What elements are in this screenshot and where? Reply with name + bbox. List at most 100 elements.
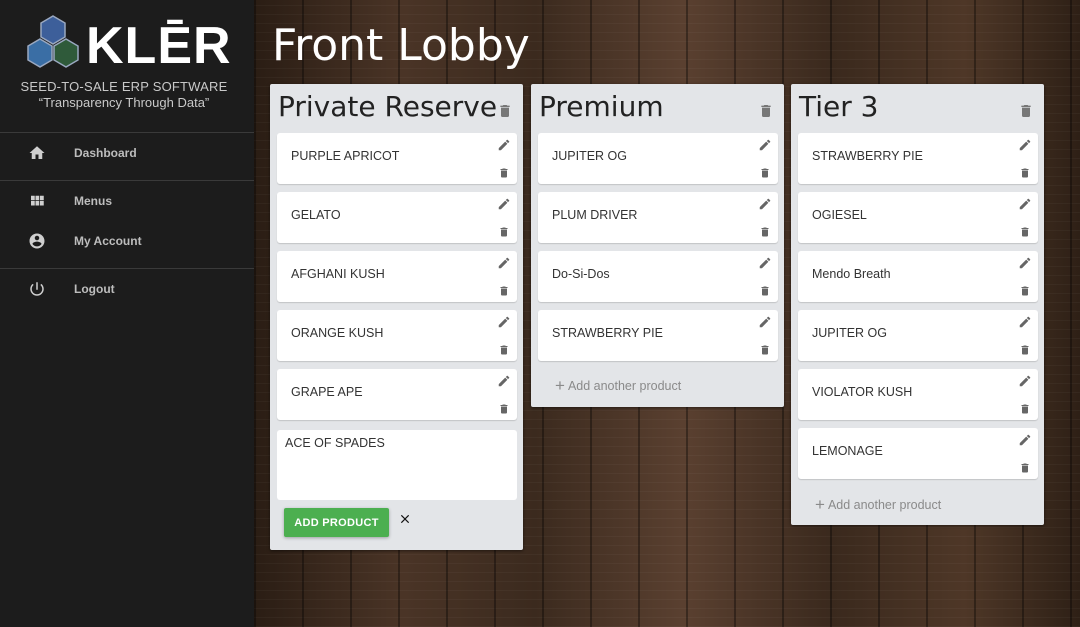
trash-icon[interactable] xyxy=(498,225,510,239)
trash-icon[interactable] xyxy=(1019,461,1031,475)
brand-logo: KLĒR SEED-TO-SALE ERP SOFTWARE “Transpar… xyxy=(0,0,254,132)
product-card[interactable]: Do-Si-Dos xyxy=(538,251,778,302)
brand-tagline: SEED-TO-SALE ERP SOFTWARE xyxy=(20,79,228,94)
product-card[interactable]: VIOLATOR KUSH xyxy=(798,369,1038,420)
sidebar-divider xyxy=(0,180,254,181)
sidebar-item-label: Dashboard xyxy=(74,146,137,160)
grid-icon xyxy=(31,195,44,206)
trash-icon[interactable] xyxy=(1019,225,1031,239)
page-title: Front Lobby xyxy=(272,20,530,71)
product-name: Do-Si-Dos xyxy=(552,267,610,281)
pencil-icon[interactable] xyxy=(497,197,511,211)
trash-icon[interactable] xyxy=(759,343,771,357)
sidebar-item-menus[interactable]: Menus xyxy=(0,183,254,219)
close-icon[interactable] xyxy=(398,512,412,526)
brand-motto: “Transparency Through Data” xyxy=(38,95,210,110)
product-card[interactable]: LEMONAGE xyxy=(798,428,1038,479)
trash-icon[interactable] xyxy=(759,225,771,239)
main-board: Front Lobby Private Reserve PURPLE APRIC… xyxy=(254,0,1080,627)
pencil-icon[interactable] xyxy=(1018,374,1032,388)
pencil-icon[interactable] xyxy=(1018,433,1032,447)
trash-icon[interactable] xyxy=(759,284,771,298)
product-card[interactable]: GELATO xyxy=(277,192,517,243)
trash-icon[interactable] xyxy=(1019,343,1031,357)
logo-wordmark: KLĒR xyxy=(86,17,232,75)
trash-icon[interactable] xyxy=(759,166,771,180)
sidebar-divider xyxy=(0,268,254,269)
sidebar: KLĒR SEED-TO-SALE ERP SOFTWARE “Transpar… xyxy=(0,0,254,627)
sidebar-divider xyxy=(0,132,254,133)
product-card[interactable]: JUPITER OG xyxy=(538,133,778,184)
product-name: ORANGE KUSH xyxy=(291,326,384,340)
product-name: AFGHANI KUSH xyxy=(291,267,385,281)
product-name: GRAPE APE xyxy=(291,385,363,399)
trash-icon[interactable] xyxy=(498,402,510,416)
pencil-icon[interactable] xyxy=(497,138,511,152)
sidebar-item-dashboard[interactable]: Dashboard xyxy=(0,135,254,171)
column-delete-icon[interactable] xyxy=(497,102,513,120)
pencil-icon[interactable] xyxy=(758,138,772,152)
product-card[interactable]: ORANGE KUSH xyxy=(277,310,517,361)
product-name: JUPITER OG xyxy=(812,326,888,340)
add-link-label: Add another product xyxy=(827,498,942,512)
add-another-product-link[interactable]: + Add another product xyxy=(555,376,681,396)
trash-icon[interactable] xyxy=(1019,166,1031,180)
column-title: Private Reserve xyxy=(278,90,498,123)
product-name: STRAWBERRY PIE xyxy=(552,326,663,340)
pencil-icon[interactable] xyxy=(1018,315,1032,329)
product-card[interactable]: PLUM DRIVER xyxy=(538,192,778,243)
trash-icon[interactable] xyxy=(498,166,510,180)
product-name: STRAWBERRY PIE xyxy=(812,149,923,163)
product-name: PURPLE APRICOT xyxy=(291,149,400,163)
column-title: Tier 3 xyxy=(799,90,879,123)
account-circle-icon xyxy=(29,233,45,249)
product-name: Mendo Breath xyxy=(812,267,891,281)
product-card[interactable]: Mendo Breath xyxy=(798,251,1038,302)
add-another-product-link[interactable]: + Add another product xyxy=(815,495,941,515)
product-card[interactable]: STRAWBERRY PIE xyxy=(538,310,778,361)
power-icon xyxy=(30,282,44,296)
sidebar-item-logout[interactable]: Logout xyxy=(0,271,254,307)
column-delete-icon[interactable] xyxy=(758,102,774,120)
column-title: Premium xyxy=(539,90,664,123)
trash-icon[interactable] xyxy=(498,343,510,357)
pencil-icon[interactable] xyxy=(1018,197,1032,211)
home-icon xyxy=(29,146,45,159)
plus-icon: + xyxy=(555,376,565,395)
product-name: PLUM DRIVER xyxy=(552,208,638,222)
hexagon-logo-icon xyxy=(27,15,79,68)
sidebar-item-my-account[interactable]: My Account xyxy=(0,223,254,259)
pencil-icon[interactable] xyxy=(1018,256,1032,270)
product-name: LEMONAGE xyxy=(812,444,883,458)
product-name: JUPITER OG xyxy=(552,149,628,163)
pencil-icon[interactable] xyxy=(497,374,511,388)
sidebar-item-label: My Account xyxy=(74,234,142,248)
pencil-icon[interactable] xyxy=(497,315,511,329)
plus-icon: + xyxy=(815,495,825,514)
product-name: OGIESEL xyxy=(812,208,867,222)
product-card[interactable]: PURPLE APRICOT xyxy=(277,133,517,184)
new-product-input[interactable]: ACE OF SPADES xyxy=(277,430,517,500)
column-tier-3: Tier 3 STRAWBERRY PIE OGIESEL Mendo Brea… xyxy=(791,84,1044,525)
sidebar-item-label: Menus xyxy=(74,194,113,208)
sidebar-item-label: Logout xyxy=(74,282,115,296)
product-card[interactable]: STRAWBERRY PIE xyxy=(798,133,1038,184)
add-product-button[interactable]: ADD PRODUCT xyxy=(284,508,389,537)
column-delete-icon[interactable] xyxy=(1018,102,1034,120)
trash-icon[interactable] xyxy=(498,284,510,298)
trash-icon[interactable] xyxy=(1019,402,1031,416)
pencil-icon[interactable] xyxy=(758,197,772,211)
product-card[interactable]: AFGHANI KUSH xyxy=(277,251,517,302)
trash-icon[interactable] xyxy=(1019,284,1031,298)
pencil-icon[interactable] xyxy=(758,256,772,270)
pencil-icon[interactable] xyxy=(758,315,772,329)
product-card[interactable]: GRAPE APE xyxy=(277,369,517,420)
product-name: GELATO xyxy=(291,208,341,222)
add-link-label: Add another product xyxy=(567,379,682,393)
pencil-icon[interactable] xyxy=(497,256,511,270)
column-private-reserve: Private Reserve PURPLE APRICOT GELATO AF… xyxy=(270,84,523,550)
column-premium: Premium JUPITER OG PLUM DRIVER Do-Si-Dos… xyxy=(531,84,784,407)
product-card[interactable]: JUPITER OG xyxy=(798,310,1038,361)
product-card[interactable]: OGIESEL xyxy=(798,192,1038,243)
pencil-icon[interactable] xyxy=(1018,138,1032,152)
